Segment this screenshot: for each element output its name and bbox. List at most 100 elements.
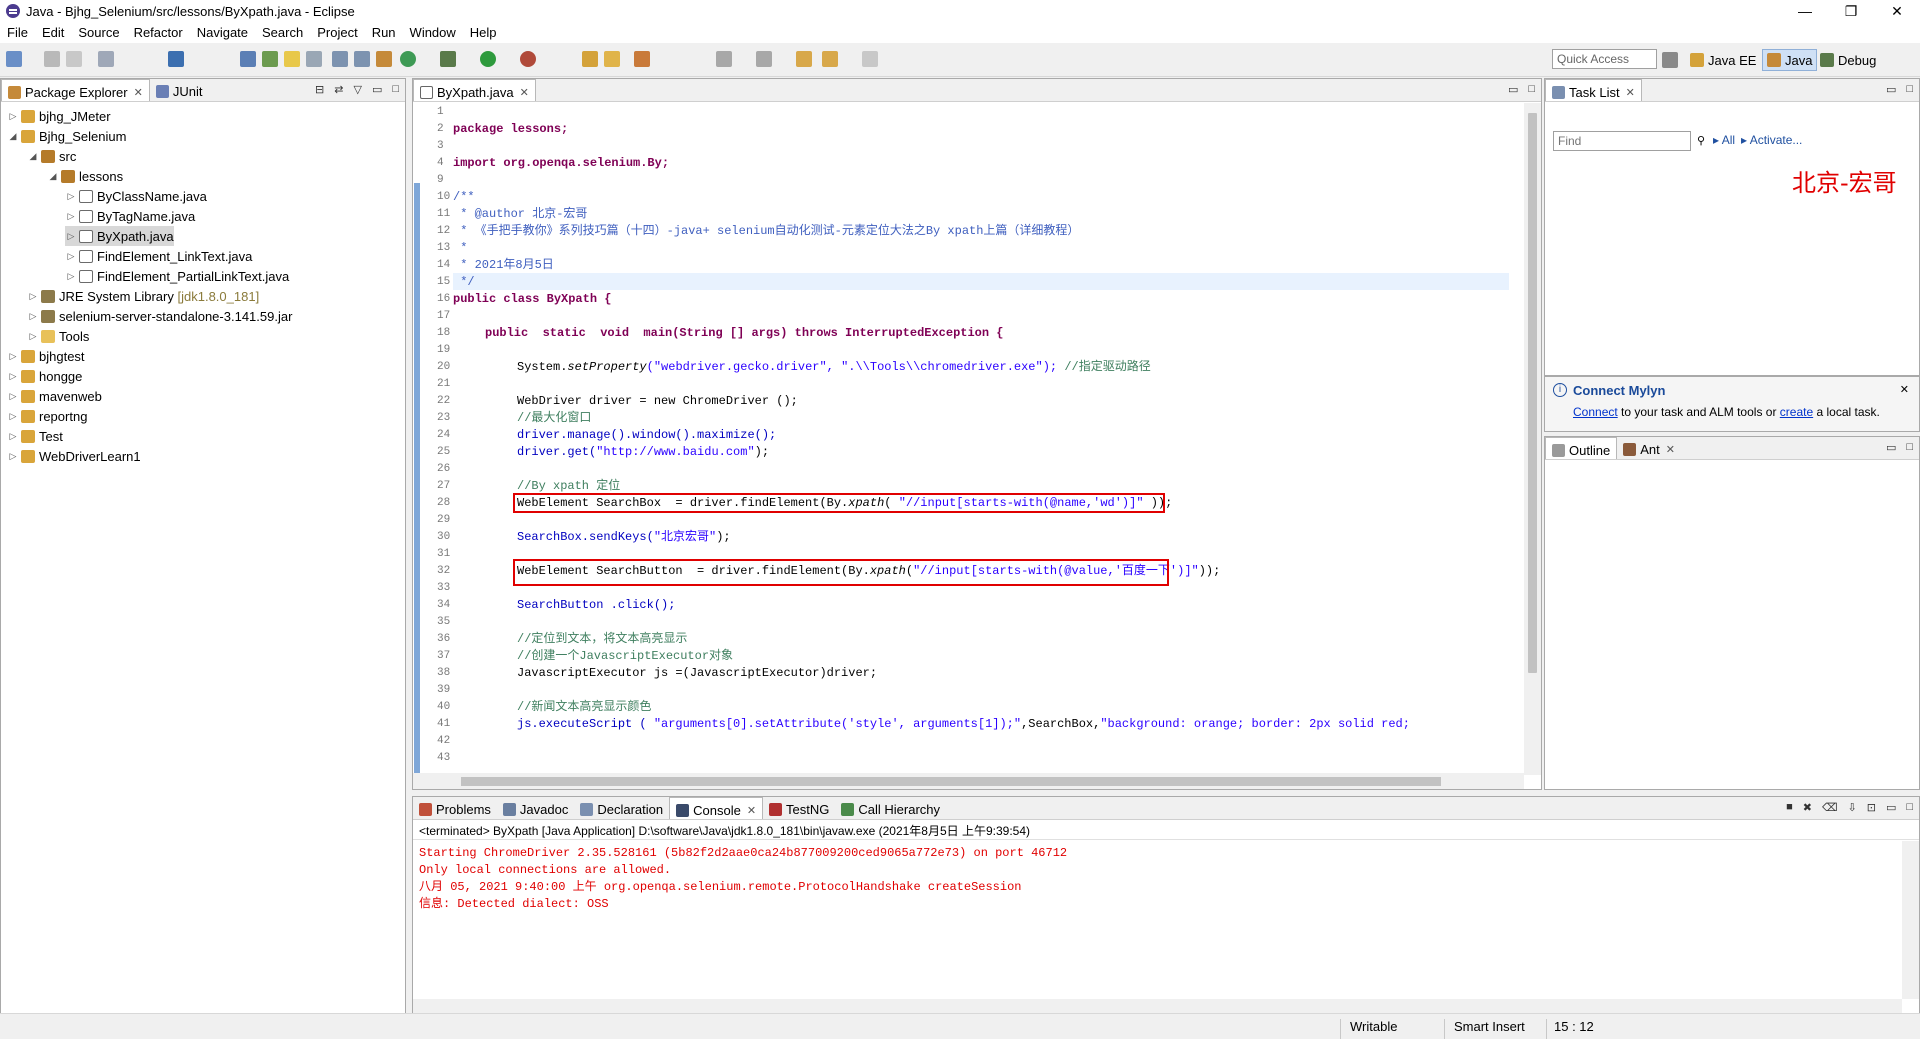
tree-item[interactable]: ▷ WebDriverLearn1 [7, 446, 141, 466]
minimize-view-icon[interactable]: ▭ [372, 83, 382, 96]
tree-item[interactable]: ▷ mavenweb [7, 386, 102, 406]
open-perspective-icon[interactable] [1662, 52, 1678, 68]
next-annotation-icon[interactable] [716, 51, 732, 67]
menu-run[interactable]: Run [365, 25, 403, 40]
expand-icon[interactable]: ▷ [65, 251, 77, 262]
maximize-view-icon[interactable]: □ [1906, 83, 1913, 96]
tab-byxpath-java[interactable]: ByXpath.java ✕ [413, 79, 536, 101]
last-edit-icon[interactable] [796, 51, 812, 67]
console-horizontal-scrollbar[interactable] [413, 999, 1902, 1013]
new-java-project-icon[interactable] [582, 51, 598, 67]
prev-annotation-icon[interactable] [756, 51, 772, 67]
maximize-view-icon[interactable]: □ [1528, 83, 1535, 96]
new-icon[interactable] [6, 51, 22, 67]
maximize-view-icon[interactable]: □ [392, 83, 399, 96]
perspective-java[interactable]: Java [1762, 49, 1818, 71]
minimize-view-icon[interactable]: ▭ [1508, 83, 1518, 96]
tab-package-explorer[interactable]: Package Explorer ✕ [1, 79, 150, 101]
task-activate-link[interactable]: ▸ Activate... [1741, 133, 1802, 147]
tree-item-selected[interactable]: ▷ ByXpath.java [65, 226, 174, 246]
view-menu-icon[interactable]: ▽ [353, 83, 361, 96]
menu-edit[interactable]: Edit [35, 25, 71, 40]
minimize-button[interactable]: — [1782, 0, 1828, 22]
editor-vertical-scrollbar[interactable] [1524, 103, 1541, 775]
terminate-icon[interactable]: ■ [1786, 801, 1793, 814]
expand-icon[interactable]: ▷ [7, 391, 19, 402]
menu-project[interactable]: Project [310, 25, 364, 40]
menu-search[interactable]: Search [255, 25, 310, 40]
tab-task-list[interactable]: Task List ✕ [1545, 79, 1642, 101]
tab-testng[interactable]: TestNG [763, 797, 835, 819]
tab-outline[interactable]: Outline [1545, 437, 1618, 459]
tree-item[interactable]: ▷ FindElement_LinkText.java [65, 246, 253, 266]
expand-icon[interactable]: ▷ [7, 371, 19, 382]
save-icon[interactable] [44, 51, 60, 67]
tab-junit[interactable]: JUnit [150, 79, 209, 101]
tree-item[interactable]: ◢ Bjhg_Selenium [7, 126, 127, 146]
tab-call-hierarchy[interactable]: Call Hierarchy [835, 797, 946, 819]
maximize-view-icon[interactable]: □ [1906, 801, 1913, 814]
menu-file[interactable]: File [0, 25, 35, 40]
tab-javadoc[interactable]: Javadoc [497, 797, 574, 819]
link-editor-icon[interactable]: ⇄ [334, 83, 343, 96]
expand-icon[interactable]: ▷ [7, 431, 19, 442]
expand-icon[interactable]: ▷ [65, 191, 77, 202]
terminal-icon[interactable] [168, 51, 184, 67]
debug-icon[interactable] [440, 51, 456, 67]
close-tab-icon[interactable]: ✕ [520, 86, 529, 99]
collapse-icon[interactable]: ◢ [7, 131, 19, 142]
expand-icon[interactable]: ▷ [27, 291, 39, 302]
block-select-icon[interactable] [332, 51, 348, 67]
tree-item[interactable]: ▷ bjhg_JMeter [7, 106, 111, 126]
tree-item[interactable]: ▷ hongge [7, 366, 83, 386]
highlight-icon[interactable] [284, 51, 300, 67]
tree-item[interactable]: ▷ reportng [7, 406, 88, 426]
expand-icon[interactable]: ▷ [65, 271, 77, 282]
perspective-java-ee[interactable]: Java EE [1686, 49, 1760, 71]
tree-item[interactable]: ◢ lessons [47, 166, 124, 186]
expand-icon[interactable]: ▷ [7, 411, 19, 422]
task-find-input[interactable] [1553, 131, 1691, 151]
new-package-icon[interactable] [604, 51, 620, 67]
expand-icon[interactable]: ▷ [7, 451, 19, 462]
console-vertical-scrollbar[interactable] [1902, 841, 1919, 999]
tree-item[interactable]: ◢ src [27, 146, 77, 166]
console-output[interactable]: Starting ChromeDriver 2.35.528161 (5b82f… [413, 845, 1919, 913]
menu-refactor[interactable]: Refactor [127, 25, 190, 40]
expand-icon[interactable]: ▷ [27, 331, 39, 342]
remove-launch-icon[interactable]: ✖ [1803, 801, 1812, 814]
tree-item[interactable]: ▷ ByClassName.java [65, 186, 207, 206]
maximize-button[interactable]: ❐ [1828, 0, 1874, 22]
tree-item[interactable]: ▷ Tools [27, 326, 90, 346]
tree-item[interactable]: ▷ Test [7, 426, 63, 446]
code-area[interactable]: 1 2 3 4 9 10 11 12 13 14 15 16 17 18 19 … [413, 103, 1509, 775]
collapse-icon[interactable]: ◢ [47, 171, 59, 182]
scrollbar-thumb[interactable] [1528, 113, 1537, 673]
print-icon[interactable] [98, 51, 114, 67]
expand-icon[interactable]: ▷ [7, 351, 19, 362]
pin-console-icon[interactable]: ⊡ [1867, 801, 1876, 814]
search-icon[interactable] [634, 51, 650, 67]
scroll-lock-icon[interactable]: ⇩ [1848, 801, 1857, 814]
minimize-view-icon[interactable]: ▭ [1886, 441, 1896, 454]
tab-console[interactable]: Console ✕ [669, 797, 764, 819]
close-icon[interactable]: ✕ [1900, 383, 1909, 396]
testng-run-icon[interactable] [400, 51, 416, 67]
tree-item[interactable]: ▷ bjhgtest [7, 346, 85, 366]
mark-occurrences-icon[interactable] [262, 51, 278, 67]
external-tools-icon[interactable] [520, 51, 536, 67]
close-tab-icon[interactable]: ✕ [1666, 443, 1675, 456]
editor-horizontal-scrollbar[interactable] [413, 773, 1524, 789]
menu-navigate[interactable]: Navigate [190, 25, 255, 40]
word-wrap-icon[interactable] [354, 51, 370, 67]
save-all-icon[interactable] [66, 51, 82, 67]
create-link[interactable]: create [1780, 405, 1813, 419]
close-tab-icon[interactable]: ✕ [747, 804, 756, 817]
tree-item[interactable]: ▷ ByTagName.java [65, 206, 196, 226]
perspective-debug[interactable]: Debug [1816, 49, 1880, 71]
tab-declaration[interactable]: Declaration [574, 797, 669, 819]
menu-source[interactable]: Source [71, 25, 126, 40]
maximize-view-icon[interactable]: □ [1906, 441, 1913, 454]
close-tab-icon[interactable]: ✕ [134, 86, 143, 99]
scrollbar-thumb[interactable] [461, 777, 1441, 786]
